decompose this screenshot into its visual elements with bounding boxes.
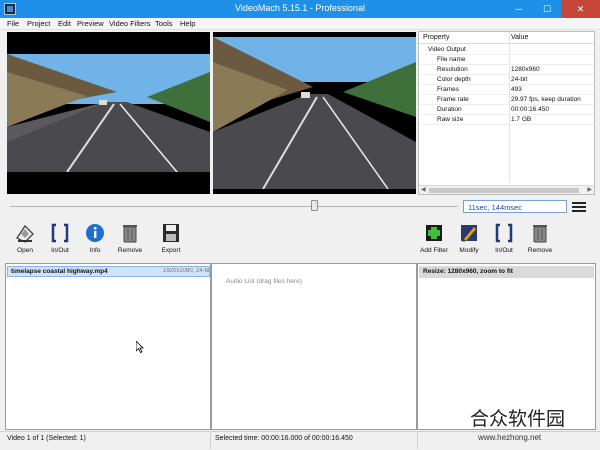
time-display[interactable]: 11sec, 144msec xyxy=(463,200,567,213)
video-list[interactable]: timelapse coastal highway.mp4 1920x1080,… xyxy=(5,263,211,430)
audio-list-placeholder: Audio List (drag files here) xyxy=(226,278,302,285)
filter-in-out-button[interactable]: In/Out xyxy=(486,222,522,256)
property-key: Duration xyxy=(437,106,462,113)
property-row[interactable]: Resolution 1280x960 xyxy=(419,65,594,75)
menu-preview[interactable]: Preview xyxy=(77,19,104,28)
input-frame-image xyxy=(7,32,210,194)
property-row[interactable]: Raw size 1.7 GB xyxy=(419,115,594,125)
minimize-button[interactable]: ─ xyxy=(505,0,533,18)
info-icon xyxy=(86,224,104,242)
filter-label: Resize: 1280x960, zoom to fit xyxy=(423,268,513,275)
title-bar: VideoMach 5.15.1 - Professional ─ ☐ ✕ xyxy=(0,0,600,18)
property-value: 24-bit xyxy=(511,76,528,83)
value-column-header[interactable]: Value xyxy=(511,34,528,41)
close-button[interactable]: ✕ xyxy=(561,0,600,18)
in-out-icon xyxy=(51,223,69,243)
property-key: Frames xyxy=(437,86,460,93)
property-value: 00:00:16.450 xyxy=(511,106,549,113)
property-key: Resolution xyxy=(437,66,468,73)
output-frame-image xyxy=(213,32,416,194)
property-key: Raw size xyxy=(437,116,464,123)
remove-filter-button[interactable]: Remove xyxy=(522,222,558,256)
mouse-cursor-icon xyxy=(136,341,144,353)
watermark-title: 合众软件园 xyxy=(470,408,566,430)
timeline-thumb[interactable] xyxy=(311,200,319,211)
property-value: 1.7 GB xyxy=(511,116,532,123)
scroll-right-icon[interactable]: ▶ xyxy=(587,186,592,193)
floppy-icon xyxy=(163,224,179,242)
property-row[interactable]: Duration 00:00:16.450 xyxy=(419,105,594,115)
trash-icon xyxy=(123,225,137,243)
property-row[interactable]: File name xyxy=(419,55,594,65)
selected-time-status: Selected time: 00:00:16.000 of 00:00:16.… xyxy=(215,435,353,442)
input-preview xyxy=(7,32,210,194)
menu-video-filters[interactable]: Video Filters xyxy=(109,19,151,28)
list-item[interactable]: timelapse coastal highway.mp4 1920x1080,… xyxy=(7,266,210,277)
add-filter-icon xyxy=(426,225,442,241)
remove-filter-label: Remove xyxy=(527,247,553,254)
status-separator xyxy=(417,432,418,449)
property-key: Color depth xyxy=(437,76,471,83)
properties-panel: Property Value Video Output File name Re… xyxy=(418,31,595,195)
list-item[interactable]: Resize: 1280x960, zoom to fit xyxy=(419,266,594,278)
property-row[interactable]: Color depth 24-bit xyxy=(419,75,594,85)
group-label: Video Output xyxy=(428,46,466,53)
maximize-button[interactable]: ☐ xyxy=(533,0,561,18)
property-column-header[interactable]: Property xyxy=(423,34,449,41)
modify-icon xyxy=(461,225,477,242)
menu-file[interactable]: File xyxy=(7,19,19,28)
menu-project[interactable]: Project xyxy=(27,19,50,28)
properties-header: Property Value xyxy=(419,32,594,44)
property-value: 29.97 fps, keep duration xyxy=(511,96,581,103)
output-preview xyxy=(213,32,416,194)
menu-bar: File Project Edit Preview Video Filters … xyxy=(0,18,600,30)
property-key: Frame rate xyxy=(437,96,469,103)
export-button[interactable]: Export xyxy=(153,222,189,256)
menu-icon[interactable] xyxy=(572,202,586,212)
properties-group-row[interactable]: Video Output xyxy=(419,45,594,55)
timeline-track[interactable] xyxy=(10,206,458,207)
menu-tools[interactable]: Tools xyxy=(155,19,173,28)
export-label: Export xyxy=(161,247,181,254)
in-out-icon xyxy=(495,223,513,243)
property-key: File name xyxy=(437,56,466,63)
video-file-name: timelapse coastal highway.mp4 xyxy=(11,268,108,275)
property-value: 493 xyxy=(511,86,522,93)
status-separator xyxy=(210,432,211,449)
property-value: 1280x960 xyxy=(511,66,540,73)
remove-video-button[interactable]: Remove xyxy=(112,222,148,256)
video-count-status: Video 1 of 1 (Selected: 1) xyxy=(7,435,86,442)
menu-help[interactable]: Help xyxy=(180,19,195,28)
scroll-thumb[interactable] xyxy=(429,188,579,193)
open-icon xyxy=(16,225,34,243)
property-row[interactable]: Frames 493 xyxy=(419,85,594,95)
scroll-left-icon[interactable]: ◀ xyxy=(421,186,426,193)
properties-scrollbar[interactable]: ◀ ▶ xyxy=(419,185,594,194)
trash-icon xyxy=(533,225,547,243)
remove-video-label: Remove xyxy=(117,247,143,254)
audio-list[interactable]: Audio List (drag files here) xyxy=(211,263,417,430)
property-row[interactable]: Frame rate 29.97 fps, keep duration xyxy=(419,95,594,105)
watermark-url: www.hezhong.net xyxy=(478,433,542,442)
video-file-meta: 1920x1080, 24-bit xyxy=(163,268,209,274)
time-display-text: 11sec, 144msec xyxy=(468,203,523,212)
menu-edit[interactable]: Edit xyxy=(58,19,71,28)
